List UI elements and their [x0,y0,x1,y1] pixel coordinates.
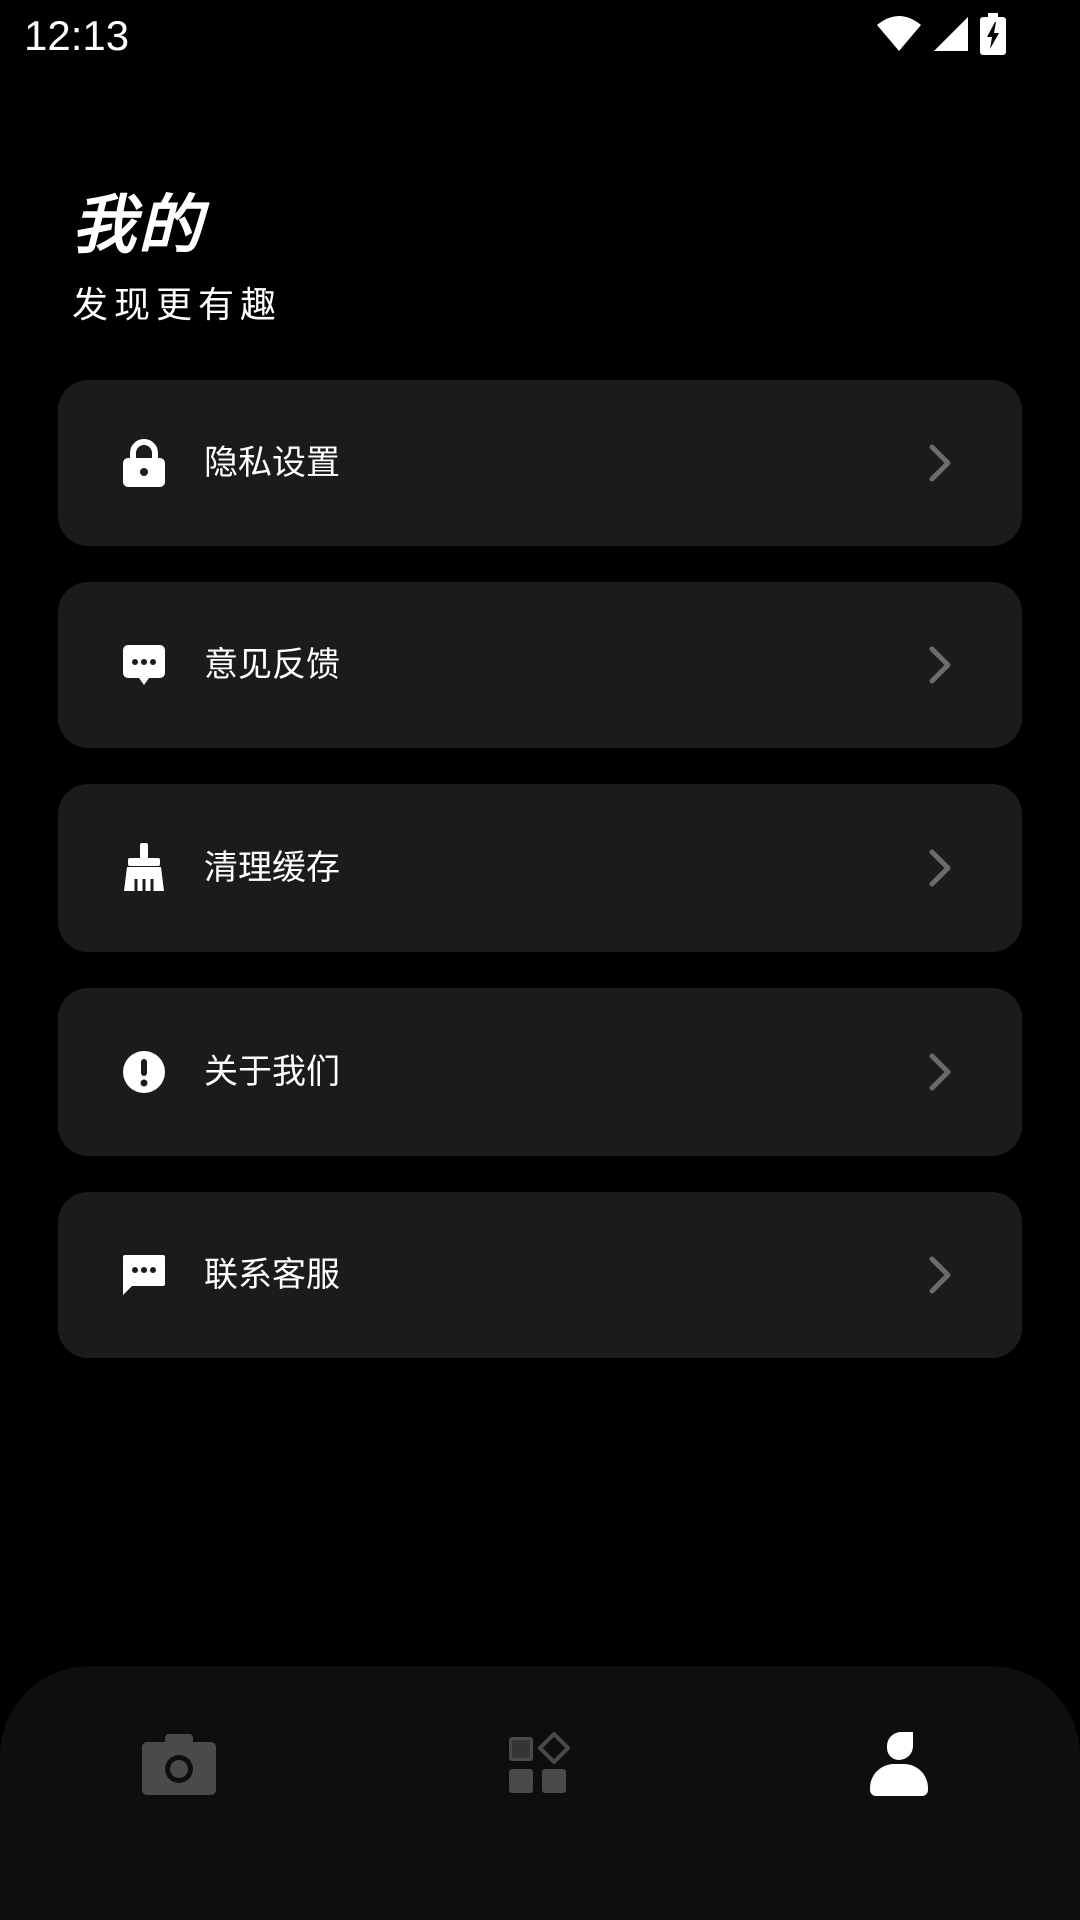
menu-item-label: 关于我们 [204,1052,340,1092]
menu-item-feedback[interactable]: 意见反馈 [58,582,1022,748]
menu-item-label: 清理缓存 [204,848,340,888]
menu-item-clear-cache[interactable]: 清理缓存 [58,784,1022,952]
feedback-icon [122,641,166,689]
tab-profile[interactable] [859,1730,939,1802]
broom-icon [122,843,166,892]
tab-camera[interactable] [139,1730,219,1802]
chevron-right-icon [928,1255,952,1295]
page-subtitle: 发现更有趣 [72,285,283,326]
menu-item-privacy-settings[interactable]: 隐私设置 [58,380,1022,546]
tab-apps[interactable] [499,1730,579,1802]
bottom-nav [0,1666,1080,1920]
chat-icon [122,1251,166,1299]
chevron-right-icon [928,443,952,483]
status-bar: 12:13 [0,0,1080,72]
camera-icon [141,1732,217,1800]
info-icon [122,1048,166,1096]
chevron-right-icon [928,848,952,888]
status-icons [876,13,1006,55]
signal-icon [932,15,970,53]
status-time: 12:13 [24,12,130,59]
chevron-right-icon [928,1052,952,1092]
menu-item-label: 意见反馈 [204,645,340,685]
battery-charging-icon [980,13,1006,55]
wifi-icon [876,15,922,53]
profile-icon [869,1732,929,1800]
menu-list: 隐私设置 意见反馈 清理缓存 关于我们 联系客服 [58,380,1022,1394]
menu-item-contact-support[interactable]: 联系客服 [58,1192,1022,1358]
chevron-right-icon [928,645,952,685]
menu-item-label: 联系客服 [204,1255,340,1295]
menu-item-label: 隐私设置 [204,443,340,483]
page-title: 我的 [72,189,204,263]
apps-icon [506,1732,572,1800]
menu-item-about-us[interactable]: 关于我们 [58,988,1022,1156]
lock-icon [122,439,166,487]
